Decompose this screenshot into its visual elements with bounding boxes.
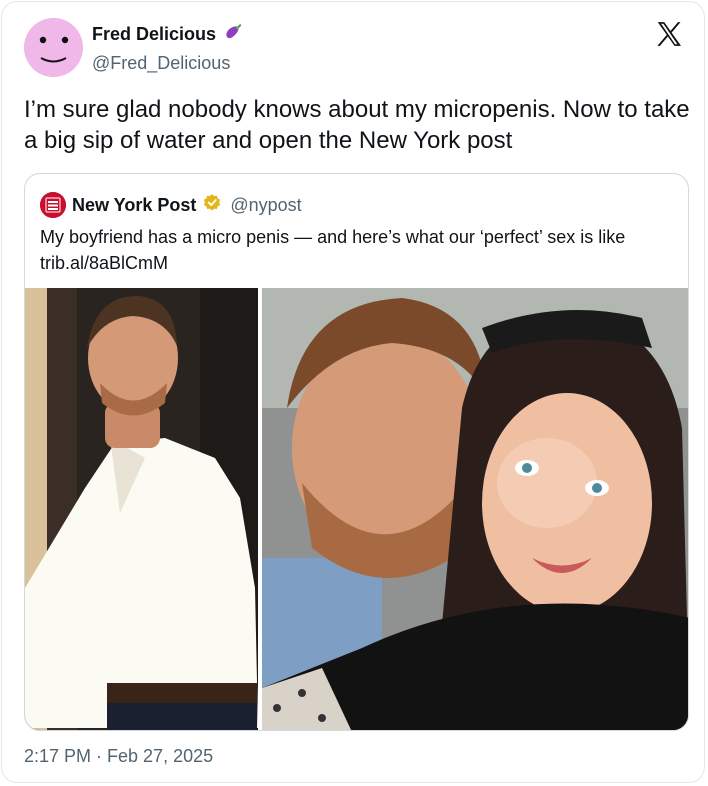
quoted-handle[interactable]: @nypost bbox=[230, 195, 301, 216]
quoted-text: My boyfriend has a micro penis — and her… bbox=[40, 227, 626, 247]
x-logo-icon[interactable] bbox=[654, 19, 684, 49]
quoted-name[interactable]: New York Post bbox=[72, 195, 196, 216]
avatar[interactable] bbox=[24, 18, 83, 77]
nypost-logo[interactable] bbox=[40, 192, 66, 218]
tweet-card: Fred Delicious @Fred_Delicious I’m sure … bbox=[1, 1, 705, 783]
photo-couple-selfie[interactable] bbox=[262, 288, 688, 730]
tweet-timestamp[interactable]: 2:17 PM · Feb 27, 2025 bbox=[24, 746, 213, 767]
quoted-text-block: My boyfriend has a micro penis — and her… bbox=[40, 224, 680, 276]
quoted-link[interactable]: trib.al/8aBlCmM bbox=[40, 250, 680, 276]
eggplant-icon bbox=[222, 21, 244, 48]
author-name-row: Fred Delicious bbox=[92, 21, 244, 48]
gold-check-icon bbox=[202, 193, 222, 218]
photo-man-standing[interactable] bbox=[25, 288, 258, 730]
tweet-text: I’m sure glad nobody knows about my micr… bbox=[24, 96, 690, 154]
author-handle[interactable]: @Fred_Delicious bbox=[92, 53, 230, 74]
quoted-header: New York Post @nypost bbox=[40, 192, 302, 218]
author-display-name[interactable]: Fred Delicious bbox=[92, 24, 216, 45]
quoted-tweet[interactable]: New York Post @nypost My boyfriend has a… bbox=[24, 173, 689, 731]
